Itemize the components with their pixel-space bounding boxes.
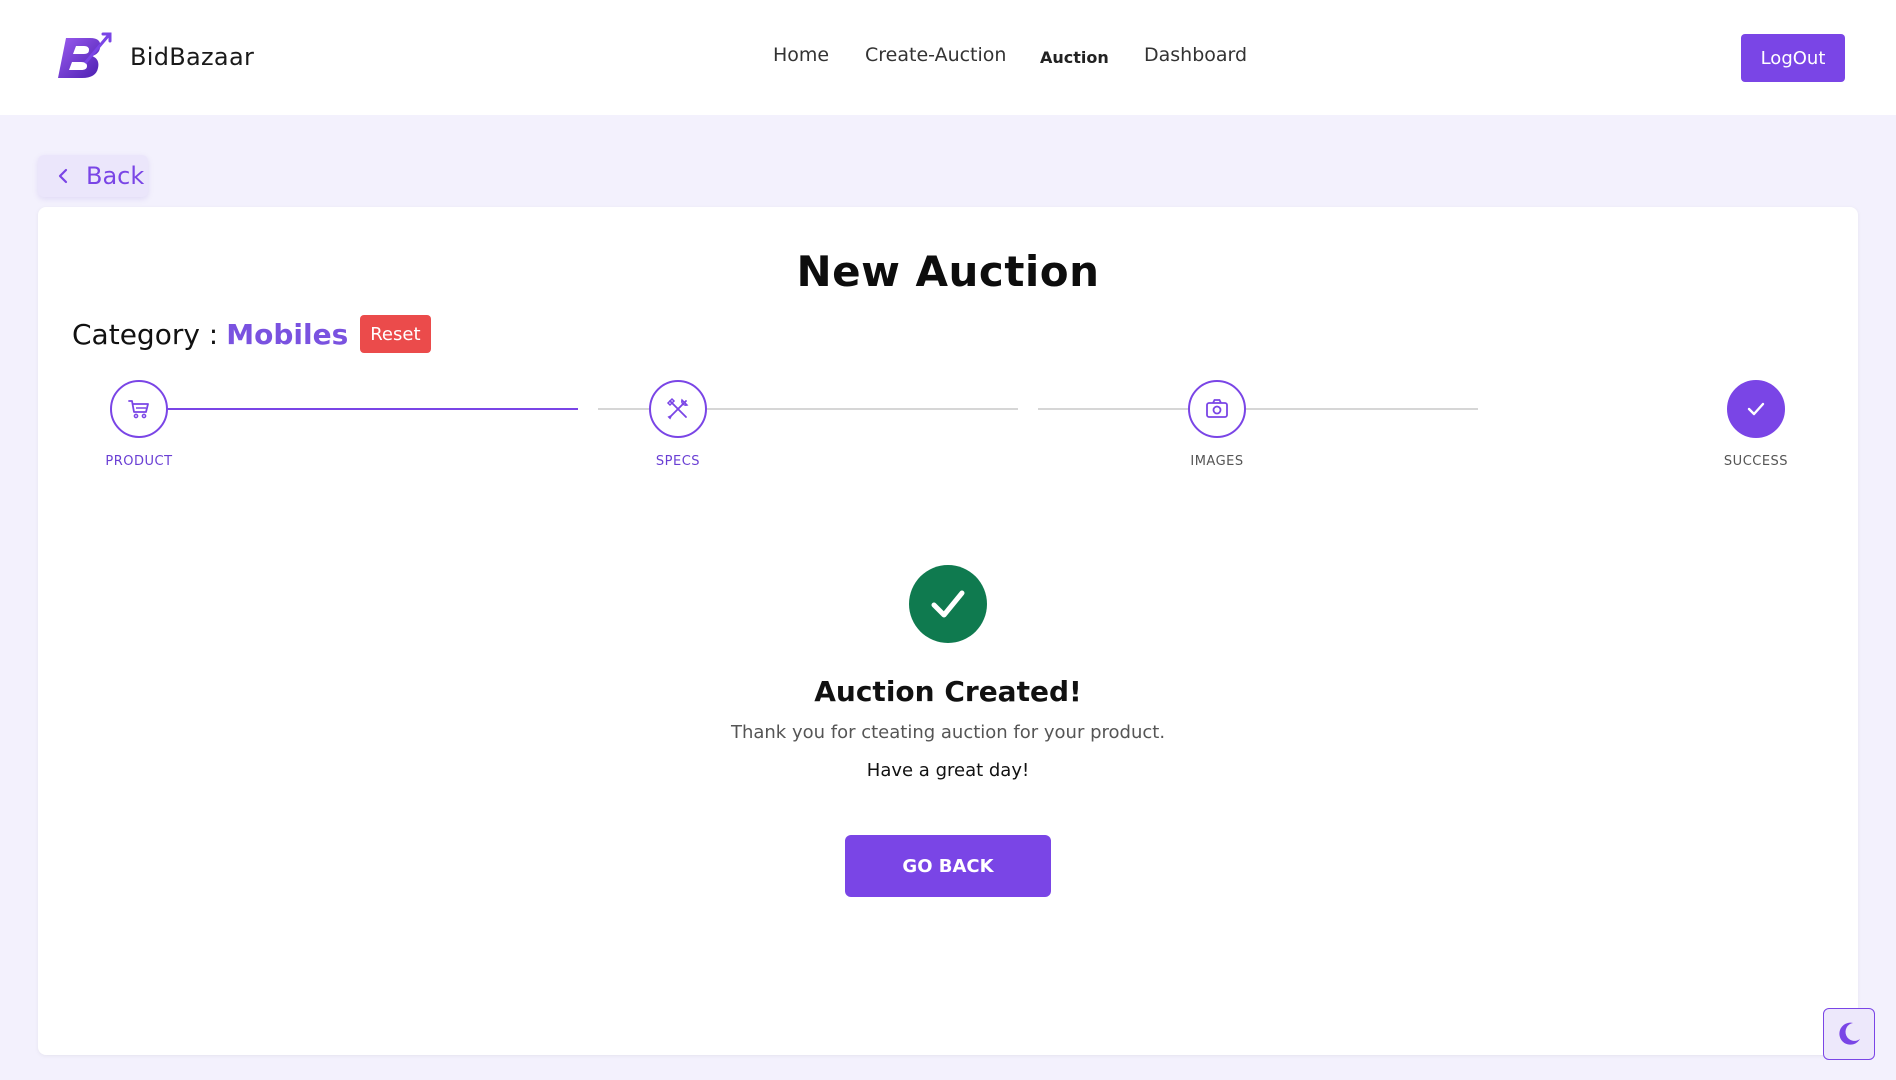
back-button[interactable]: Back <box>38 155 148 197</box>
step-label: SUCCESS <box>1723 454 1789 469</box>
theme-toggle-button[interactable] <box>1823 1008 1875 1060</box>
success-check-icon <box>909 565 987 643</box>
logout-button[interactable]: LogOut <box>1741 34 1845 82</box>
step-circle <box>110 380 168 438</box>
step-product[interactable]: PRODUCT <box>69 380 209 469</box>
step-success[interactable]: SUCCESS <box>1686 380 1826 469</box>
new-auction-card: New Auction Category : Mobiles Reset PRO… <box>38 207 1858 1055</box>
back-button-label: Back <box>86 162 145 190</box>
brand-name: BidBazaar <box>130 43 255 71</box>
step-images[interactable]: IMAGES <box>1147 380 1287 469</box>
step-circle <box>1727 380 1785 438</box>
category-row: Category : Mobiles Reset <box>72 315 431 353</box>
category-label: Category : <box>72 317 219 351</box>
step-label: IMAGES <box>1190 454 1244 469</box>
navbar: BidBazaar Home Create-Auction Auction Da… <box>0 0 1896 115</box>
nav-auction[interactable]: Auction <box>1040 48 1109 67</box>
nav-dashboard[interactable]: Dashboard <box>1144 44 1247 66</box>
reset-button[interactable]: Reset <box>360 315 431 353</box>
step-label: SPECS <box>655 454 701 469</box>
success-subtext: Have a great day! <box>866 760 1030 781</box>
check-icon <box>1747 402 1765 416</box>
camera-icon <box>1206 399 1228 418</box>
tools-icon <box>666 397 689 420</box>
success-title: Auction Created! <box>814 675 1082 708</box>
category-value: Mobiles <box>226 317 349 351</box>
cart-icon <box>128 400 149 419</box>
chevron-left-icon <box>58 168 68 184</box>
success-message: Thank you for cteating auction for your … <box>730 722 1166 743</box>
step-circle <box>649 380 707 438</box>
step-specs[interactable]: SPECS <box>608 380 748 469</box>
brand[interactable]: BidBazaar <box>56 32 254 82</box>
checkmark-icon <box>931 590 965 618</box>
step-circle <box>1188 380 1246 438</box>
stepper: PRODUCT SPECS IMAGES SUCCESS <box>38 372 1858 482</box>
nav-home[interactable]: Home <box>773 44 829 66</box>
page-title: New Auction <box>796 247 1100 296</box>
step-label: PRODUCT <box>105 454 173 469</box>
nav-create-auction[interactable]: Create-Auction <box>865 44 1006 66</box>
bidbazaar-logo-icon <box>58 32 112 78</box>
go-back-button[interactable]: GO BACK <box>845 835 1051 897</box>
moon-icon <box>1839 1022 1860 1045</box>
